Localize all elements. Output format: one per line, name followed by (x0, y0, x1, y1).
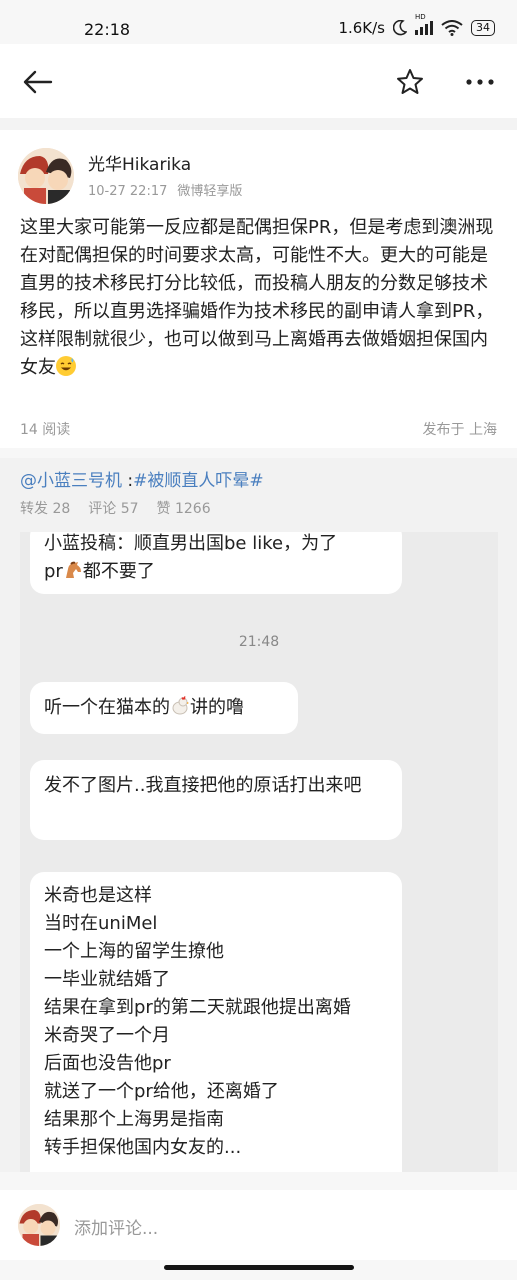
more-button[interactable] (460, 62, 500, 102)
post-datetime: 10-27 22:17 (88, 184, 168, 199)
back-button[interactable] (18, 62, 58, 102)
chat-bubble: 听一个在猫本的 讲的噜 (30, 682, 298, 734)
moon-icon (393, 20, 407, 36)
battery-indicator: 34 (471, 20, 495, 36)
more-dots-icon (466, 79, 494, 85)
chat-line: 小蓝投稿：顺直男出国be like，为了 (44, 533, 338, 554)
forward-count[interactable]: 转发 28 (20, 501, 70, 517)
section-divider (0, 118, 517, 130)
chat-text: pr (44, 561, 63, 582)
repost-hashtag-link[interactable]: #被顺直人吓晕# (133, 471, 264, 491)
chat-text: 都不要了 (82, 561, 155, 582)
repost-author-link[interactable]: @小蓝三号机 (20, 471, 122, 491)
like-count[interactable]: 赞 1266 (157, 501, 211, 517)
comment-count[interactable]: 评论 57 (88, 501, 138, 517)
avatar-illustration (18, 148, 74, 204)
chat-line: 后面也没告他pr (44, 1053, 171, 1074)
hd-label: HD (415, 13, 426, 21)
status-time: 22:18 (84, 20, 131, 39)
avatar (18, 1204, 60, 1246)
chat-line: 结果那个上海男是指南 (44, 1109, 224, 1130)
chat-line: 米奇哭了一个月 (44, 1025, 170, 1046)
post-client[interactable]: 微博轻享版 (177, 184, 242, 199)
favorite-button[interactable] (390, 62, 430, 102)
post-body-text: 这里大家可能第一反应都是配偶担保PR，但是考虑到澳洲现在对配偶担保的时间要求太高… (20, 217, 494, 378)
status-bar: 22:18 1.6K/s HD 34 (0, 0, 517, 44)
post-username[interactable]: 光华Hikarika (88, 150, 191, 175)
chat-screenshot-image[interactable]: 小蓝投稿：顺直男出国be like，为了 pr 都不要了 21:48 听一个在猫本… (20, 532, 498, 1172)
arrow-left-icon (23, 70, 53, 94)
chat-text: 发不了图片..我直接把他的原话打出来吧 (44, 775, 362, 796)
star-outline-icon (397, 69, 423, 94)
avatar[interactable] (18, 148, 74, 204)
reposted-card[interactable]: @小蓝三号机 :#被顺直人吓晕# 转发 28 评论 57 赞 1266 小蓝投稿：顺… (0, 458, 517, 1172)
chat-line: 当时在uniMel (44, 913, 158, 934)
chat-bubble: 米奇也是这样 当时在uniMel 一个上海的留学生撩他 一毕业就结婚了 结果在拿… (30, 872, 402, 1172)
chicken-emoji-icon (172, 695, 189, 715)
status-indicators: 1.6K/s HD 34 (338, 13, 495, 37)
chat-timestamp: 21:48 (238, 634, 280, 650)
sweat-smile-emoji-icon (56, 356, 76, 376)
post-card: 光华Hikarika 10-27 22:17 微博轻享版 这里大家可能第一反应都是… (0, 130, 517, 448)
read-count: 14 阅读 (20, 422, 71, 438)
chat-line: 一个上海的留学生撩他 (44, 941, 224, 962)
comment-bar: 添加评论... (0, 1190, 517, 1260)
chat-line-group: pr 都不要了 (44, 558, 388, 586)
avatar-illustration (18, 1204, 60, 1246)
repost-stats: 转发 28 评论 57 赞 1266 (20, 498, 229, 518)
chat-line: 结果在拿到pr的第二天就跟他提出离婚 (44, 997, 351, 1018)
chat-text: 听一个在猫本的 (44, 697, 170, 718)
chat-line: 就送了一个pr给他，还离婚了 (44, 1081, 279, 1102)
chat-line: 米奇也是这样 (44, 885, 152, 906)
home-indicator[interactable] (164, 1265, 354, 1270)
post-location: 发布于 上海 (422, 422, 497, 438)
repost-header: @小蓝三号机 :#被顺直人吓晕# (20, 466, 264, 491)
wifi-icon (441, 20, 463, 36)
signal-icon: HD (415, 13, 433, 35)
post-body: 这里大家可能第一反应都是配偶担保PR，但是考虑到澳洲现在对配偶担保的时间要求太高… (20, 214, 500, 382)
post-meta: 10-27 22:17 微博轻享版 (88, 180, 242, 199)
top-nav-bar (0, 44, 517, 118)
chat-bubble: 发不了图片..我直接把他的原话打出来吧 (30, 760, 402, 840)
chat-line: 转手担保他国内女友的... (44, 1137, 242, 1158)
chat-line: 一毕业就结婚了 (44, 969, 170, 990)
repost-separator: : (122, 471, 134, 491)
chat-text: 讲的噜 (190, 697, 244, 718)
comment-input[interactable]: 添加评论... (74, 1214, 158, 1239)
net-speed: 1.6K/s (338, 19, 385, 37)
chat-bubble: 小蓝投稿：顺直男出国be like，为了 pr 都不要了 (30, 532, 402, 594)
horse-emoji-icon (65, 561, 81, 578)
